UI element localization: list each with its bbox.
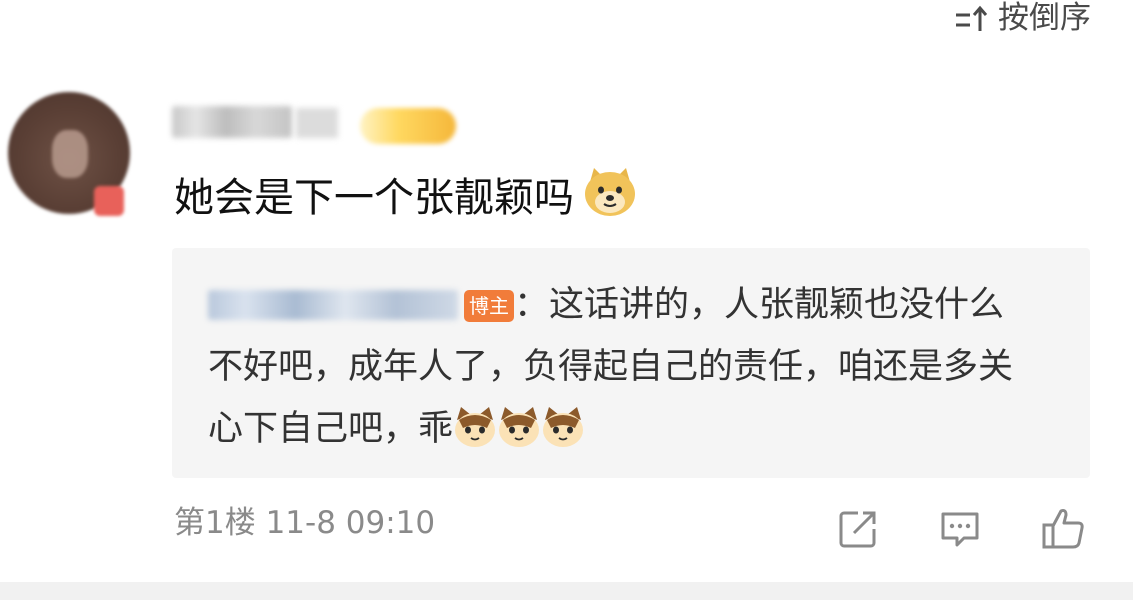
reply-username-blurred[interactable] [208, 290, 458, 320]
floor-timestamp: 第1楼 11-8 09:10 [174, 505, 436, 541]
comment-screen: 按倒序 她会是下一个张靓颖吗 博主 ：这话讲的，人张靓颖也没什么不好吧，成年人了，… [0, 0, 1133, 600]
author-reply-box[interactable]: 博主 ：这话讲的，人张靓颖也没什么不好吧，成年人了，负得起自己的责任，咱还是多关心… [172, 248, 1090, 478]
verified-badge [94, 186, 124, 216]
comment-body: 她会是下一个张靓颖吗 [174, 166, 638, 230]
cat-emoji-icon [497, 406, 541, 468]
doge-emoji-icon [582, 166, 638, 230]
username-suffix-blurred [296, 108, 338, 138]
comment-actions [836, 506, 1086, 552]
sort-label: 按倒序 [998, 0, 1091, 36]
sort-order-icon [954, 3, 988, 33]
level-badge [360, 108, 456, 144]
reply-content: 博主 ：这话讲的，人张靓颖也没什么不好吧，成年人了，负得起自己的责任，咱还是多关心… [208, 274, 1038, 468]
sort-toggle[interactable]: 按倒序 [954, 0, 1091, 36]
share-icon[interactable] [836, 507, 880, 551]
username-blurred[interactable] [172, 106, 292, 138]
section-divider [0, 582, 1133, 600]
comment-text: 她会是下一个张靓颖吗 [174, 175, 574, 221]
like-icon[interactable] [1040, 506, 1086, 552]
cat-emoji-icon [453, 406, 497, 468]
comment-icon[interactable] [938, 507, 982, 551]
blogger-tag: 博主 [464, 290, 514, 322]
avatar-face [52, 130, 88, 178]
cat-emoji-icon [541, 406, 585, 468]
